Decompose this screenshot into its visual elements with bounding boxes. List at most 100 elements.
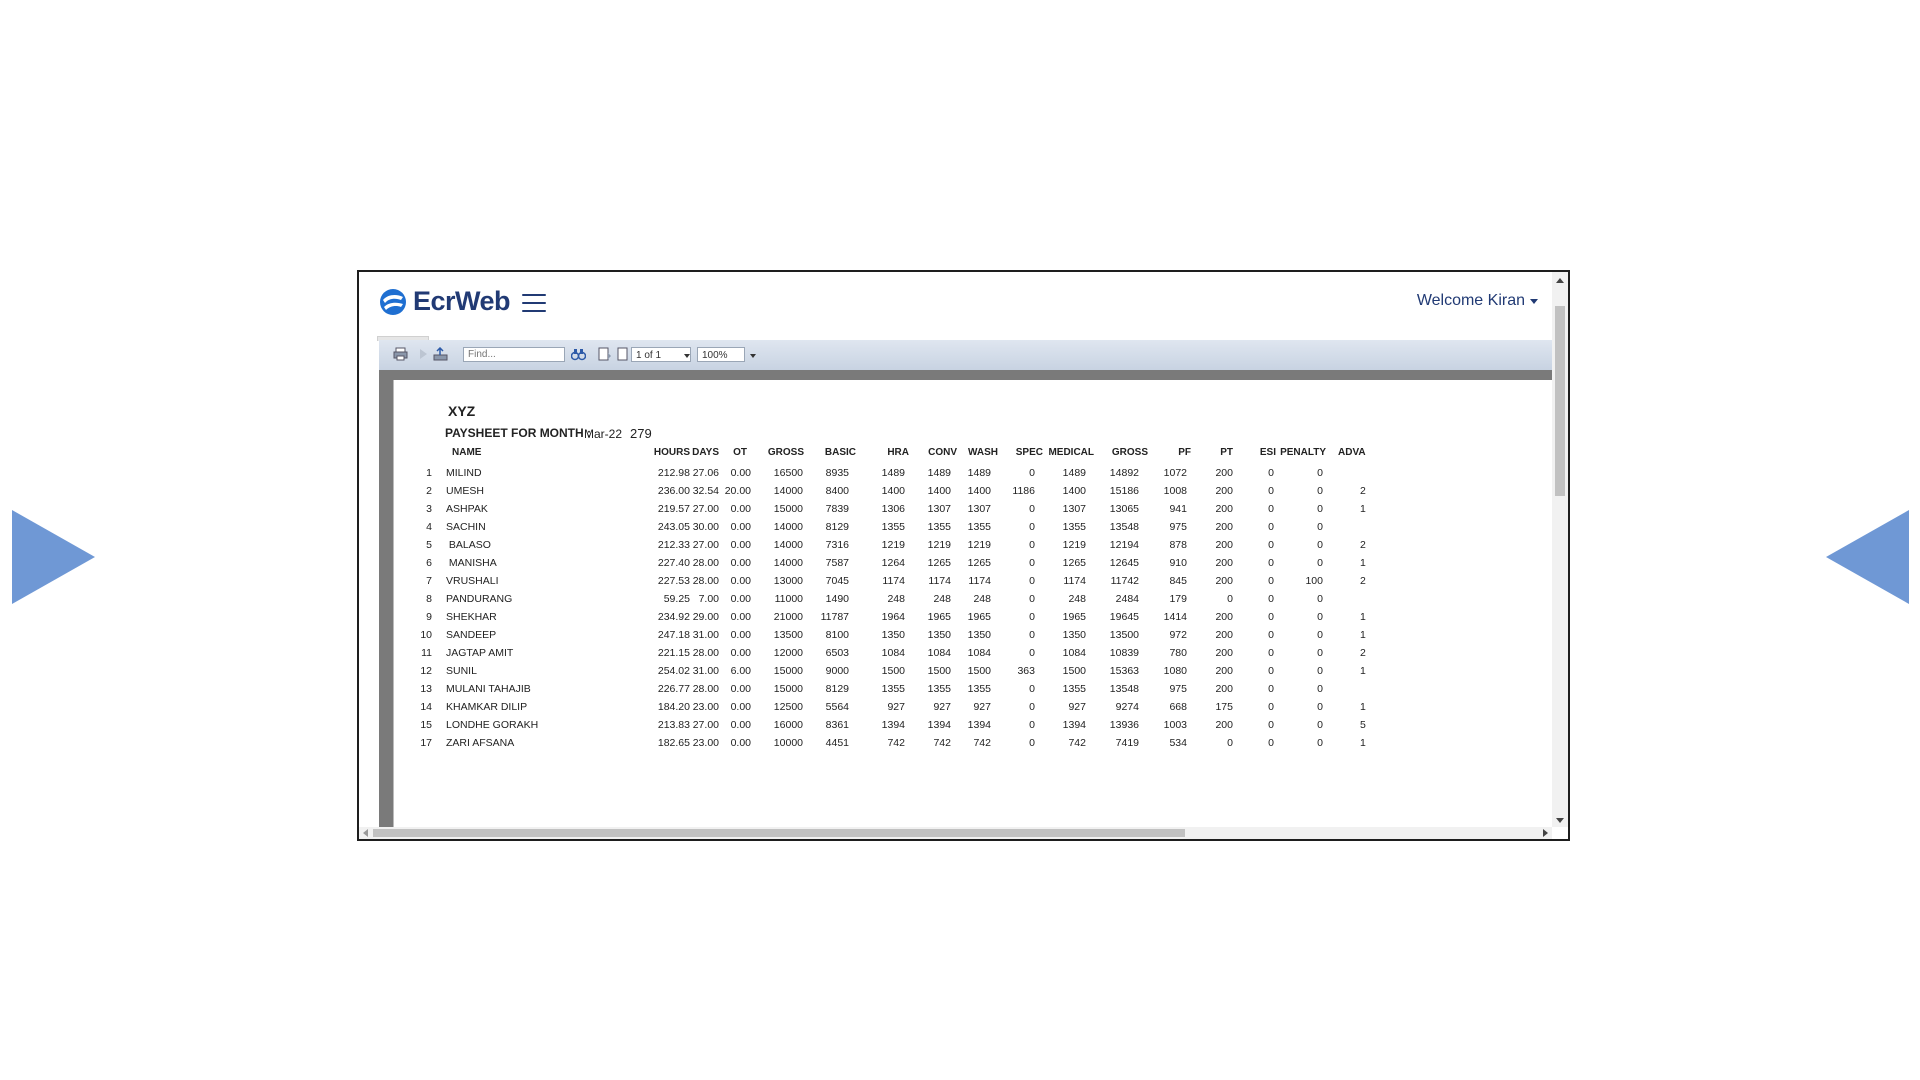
row-number: 9 (426, 611, 432, 623)
cell-ot: 0.00 (730, 521, 751, 533)
employee-name: MULANI TAHAJIB (446, 683, 531, 695)
cell-basic: 8400 (825, 485, 849, 497)
ecrweb-logo-icon (380, 288, 406, 315)
single-page-icon[interactable] (615, 347, 630, 361)
horizontal-scrollbar[interactable] (359, 827, 1552, 839)
cell-basic: 7045 (825, 575, 849, 587)
row-number: 6 (426, 557, 432, 569)
row-number: 12 (420, 665, 432, 677)
report-viewer: XYZ PAYSHEET FOR MONTH : Mar-22 279 NAME… (379, 370, 1552, 827)
cell-medical: 742 (1068, 737, 1086, 749)
row-number: 15 (420, 719, 432, 731)
report-toolbar: 1 of 1 100% (379, 340, 1552, 371)
cell-penalty: 0 (1317, 647, 1323, 659)
scroll-up-icon[interactable] (1556, 278, 1564, 283)
cell-adva: 1 (1360, 701, 1366, 713)
user-menu[interactable]: Welcome Kiran (1417, 292, 1538, 310)
cell-medical: 1355 (1062, 683, 1086, 695)
cell-penalty: 0 (1317, 629, 1323, 641)
cell-penalty: 0 (1317, 503, 1323, 515)
employee-name: SHEKHAR (446, 611, 497, 623)
cell-adva: 1 (1360, 611, 1366, 623)
cell-adva: 5 (1360, 719, 1366, 731)
cell-ot: 0.00 (730, 575, 751, 587)
cell-basic: 4451 (825, 737, 849, 749)
cell-adva: 1 (1360, 629, 1366, 641)
cell-ot: 0.00 (730, 647, 751, 659)
paysheet-month: Mar-22 (584, 427, 623, 441)
cell-basic: 7316 (825, 539, 849, 551)
scroll-down-icon[interactable] (1556, 818, 1564, 823)
cell-medical: 1965 (1062, 611, 1086, 623)
cell-basic: 8935 (825, 467, 849, 479)
row-number: 11 (421, 647, 432, 659)
next-slide-arrow[interactable] (1826, 510, 1909, 604)
vertical-scroll-thumb[interactable] (1555, 306, 1565, 496)
row-number: 2 (426, 485, 432, 497)
binoculars-search-icon[interactable] (571, 347, 586, 361)
logo[interactable]: EcrWeb (379, 286, 511, 317)
cell-basic: 8129 (825, 521, 849, 533)
row-number: 13 (420, 683, 432, 695)
cell-basic: 6503 (825, 647, 849, 659)
employee-name: SUNIL (446, 665, 477, 677)
employee-name: LONDHE GORAKH (446, 719, 539, 731)
cell-ot: 0.00 (730, 593, 751, 605)
page-setup-icon[interactable] (597, 347, 612, 361)
cell-ot: 0.00 (730, 467, 751, 479)
cell-adva: 2 (1360, 575, 1366, 587)
cell-medical: 927 (1068, 701, 1086, 713)
cell-adva: 2 (1360, 539, 1366, 551)
employee-name: SANDEEP (446, 629, 497, 641)
employee-name: BALASO (446, 539, 491, 551)
cell-medical: 1219 (1062, 539, 1086, 551)
find-input[interactable] (463, 347, 565, 362)
cell-penalty: 0 (1317, 719, 1323, 731)
column-header-name: NAME (452, 447, 482, 458)
cell-medical: 1500 (1062, 665, 1086, 677)
previous-slide-arrow[interactable] (12, 510, 95, 604)
cell-medical: 1394 (1062, 719, 1086, 731)
vertical-scrollbar[interactable] (1552, 272, 1568, 827)
page-dropdown-icon[interactable] (684, 354, 690, 358)
cell-penalty: 0 (1317, 557, 1323, 569)
cell-medical: 1400 (1062, 485, 1086, 497)
employee-name: VRUSHALI (446, 575, 499, 587)
cell-basic: 7839 (825, 503, 849, 515)
cell-basic: 5564 (825, 701, 849, 713)
row-number: 1 (426, 467, 432, 479)
cell-medical: 1084 (1062, 647, 1086, 659)
row-number: 3 (426, 503, 432, 515)
scroll-left-icon[interactable] (363, 829, 368, 837)
zoom-selector[interactable]: 100% (697, 347, 745, 362)
row-number: 4 (426, 521, 432, 533)
cell-ot: 0.00 (730, 557, 751, 569)
row-number: 14 (420, 701, 432, 713)
export-icon[interactable] (433, 347, 448, 361)
menu-icon[interactable] (522, 294, 546, 314)
cell-adva: 2 (1360, 647, 1366, 659)
cell-ot: 0.00 (730, 503, 751, 515)
export-disabled-icon[interactable] (417, 347, 432, 361)
zoom-dropdown-icon[interactable] (750, 354, 756, 358)
print-icon[interactable] (393, 347, 408, 361)
employee-name: UMESH (446, 485, 484, 497)
report-page: XYZ PAYSHEET FOR MONTH : Mar-22 279 NAME… (393, 380, 1552, 827)
horizontal-scroll-thumb[interactable] (373, 829, 1185, 837)
row-number: 8 (426, 593, 432, 605)
page-selector[interactable]: 1 of 1 (631, 347, 691, 362)
cell-medical: 1174 (1063, 575, 1086, 587)
column-header-penalty: PENALTY (1280, 447, 1326, 458)
cell-adva: 1 (1360, 557, 1366, 569)
row-number: 17 (420, 737, 432, 749)
cell-medical: 1350 (1062, 629, 1086, 641)
cell-penalty: 0 (1317, 737, 1323, 749)
employee-name: JAGTAP AMIT (446, 647, 514, 659)
cell-penalty: 0 (1317, 521, 1323, 533)
column-header-gross: GROSS (767, 447, 804, 458)
cell-basic: 8361 (825, 719, 849, 731)
cell-penalty: 0 (1317, 593, 1323, 605)
scroll-right-icon[interactable] (1543, 829, 1548, 837)
employee-name: ASHPAK (446, 503, 488, 515)
cell-penalty: 0 (1317, 701, 1323, 713)
